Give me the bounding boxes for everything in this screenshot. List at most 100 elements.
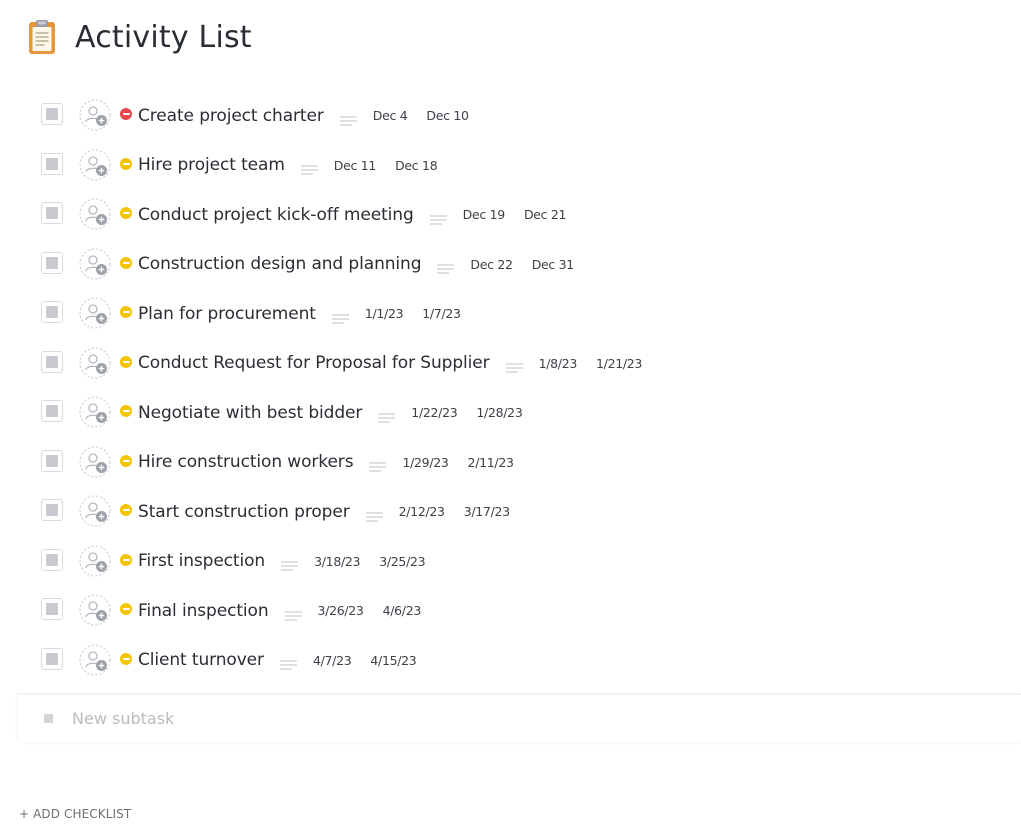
task-name[interactable]: Plan for procurement	[138, 304, 316, 324]
task-row[interactable]: Final inspection 3/26/23 4/6/23	[0, 586, 1021, 636]
description-icon[interactable]	[437, 259, 455, 274]
task-row[interactable]: First inspection 3/18/23 3/25/23	[0, 537, 1021, 587]
task-row[interactable]: Hire project team Dec 11 Dec 18	[0, 141, 1021, 191]
priority-flag-icon[interactable]	[120, 553, 132, 566]
description-icon[interactable]	[300, 160, 318, 175]
new-subtask-input[interactable]	[72, 709, 672, 728]
task-checkbox[interactable]	[41, 400, 63, 422]
due-date[interactable]: Dec 18	[395, 158, 438, 173]
start-date[interactable]: 1/29/23	[402, 455, 448, 470]
add-assignee-icon[interactable]	[79, 396, 111, 428]
task-checkbox[interactable]	[41, 202, 63, 224]
task-checkbox[interactable]	[41, 350, 63, 373]
due-date[interactable]: 3/17/23	[464, 504, 510, 519]
priority-flag-icon[interactable]	[120, 603, 132, 615]
add-assignee-icon[interactable]	[79, 446, 111, 478]
task-name[interactable]: Hire construction workers	[138, 452, 354, 472]
task-checkbox[interactable]	[41, 251, 63, 274]
priority-flag-icon[interactable]	[120, 207, 132, 219]
task-checkbox[interactable]	[41, 499, 63, 521]
task-row[interactable]: Plan for procurement 1/1/23 1/7/23	[0, 289, 1021, 339]
task-checkbox[interactable]	[41, 598, 63, 620]
due-date[interactable]: Dec 31	[532, 257, 575, 272]
task-name[interactable]: Conduct project kick-off meeting	[138, 205, 414, 225]
task-checkbox[interactable]	[41, 103, 63, 125]
start-date[interactable]: Dec 19	[463, 207, 506, 222]
due-date[interactable]: 3/25/23	[379, 554, 425, 569]
task-row[interactable]: Start construction proper 2/12/23 3/17/23	[0, 487, 1021, 537]
start-date[interactable]: 1/1/23	[365, 306, 404, 321]
due-date[interactable]: 4/6/23	[383, 603, 422, 618]
task-name[interactable]: Construction design and planning	[138, 254, 422, 274]
task-name[interactable]: Start construction proper	[138, 502, 350, 522]
description-icon[interactable]	[505, 358, 523, 373]
start-date[interactable]: Dec 4	[373, 108, 408, 123]
priority-flag-icon[interactable]	[120, 454, 132, 467]
description-icon[interactable]	[281, 556, 299, 571]
due-date[interactable]: 4/15/23	[370, 653, 416, 668]
due-date[interactable]: 2/11/23	[468, 455, 514, 470]
due-date[interactable]: Dec 10	[426, 108, 469, 123]
task-row[interactable]: Create project charter Dec 4 Dec 10	[0, 91, 1021, 141]
task-name[interactable]: First inspection	[138, 551, 265, 571]
task-checkbox[interactable]	[41, 152, 63, 175]
priority-flag-icon[interactable]	[120, 652, 132, 665]
start-date[interactable]: Dec 11	[334, 158, 377, 173]
start-date[interactable]: 1/8/23	[539, 356, 578, 371]
add-assignee-icon[interactable]	[79, 594, 111, 626]
task-row[interactable]: Client turnover 4/7/23 4/15/23	[0, 636, 1021, 686]
add-assignee-icon[interactable]	[79, 545, 111, 577]
due-date[interactable]: 1/28/23	[476, 405, 522, 420]
add-assignee-icon[interactable]	[79, 297, 111, 329]
description-icon[interactable]	[369, 457, 387, 472]
description-icon[interactable]	[378, 408, 396, 423]
add-assignee-icon[interactable]	[79, 644, 111, 676]
task-row[interactable]: Conduct Request for Proposal for Supplie…	[0, 339, 1021, 389]
start-date[interactable]: 2/12/23	[399, 504, 445, 519]
add-assignee-icon[interactable]	[79, 198, 111, 230]
task-row[interactable]: Hire construction workers 1/29/23 2/11/23	[0, 438, 1021, 488]
add-assignee-icon[interactable]	[79, 248, 111, 280]
description-icon[interactable]	[365, 507, 383, 522]
start-date[interactable]: Dec 22	[470, 257, 513, 272]
description-icon[interactable]	[279, 655, 297, 670]
priority-flag-icon[interactable]	[120, 108, 132, 120]
task-name[interactable]: Conduct Request for Proposal for Supplie…	[138, 353, 490, 373]
new-subtask-row[interactable]	[18, 694, 1021, 742]
add-checklist-button[interactable]: + ADD CHECKLIST	[19, 807, 131, 821]
task-row[interactable]: Negotiate with best bidder 1/22/23 1/28/23	[0, 388, 1021, 438]
due-date[interactable]: Dec 21	[524, 207, 567, 222]
due-date[interactable]: 1/21/23	[596, 356, 642, 371]
priority-flag-icon[interactable]	[120, 256, 132, 269]
priority-flag-icon[interactable]	[120, 157, 132, 170]
priority-flag-icon[interactable]	[120, 355, 132, 368]
task-checkbox[interactable]	[41, 548, 63, 571]
task-name[interactable]: Hire project team	[138, 155, 285, 175]
due-date[interactable]: 1/7/23	[422, 306, 461, 321]
subtask-square-icon	[44, 714, 53, 723]
task-checkbox[interactable]	[41, 449, 63, 472]
start-date[interactable]: 4/7/23	[313, 653, 352, 668]
priority-flag-icon[interactable]	[120, 504, 132, 516]
task-name[interactable]: Client turnover	[138, 650, 264, 670]
task-checkbox[interactable]	[41, 647, 63, 670]
task-name[interactable]: Create project charter	[138, 106, 324, 126]
start-date[interactable]: 1/22/23	[411, 405, 457, 420]
description-icon[interactable]	[331, 309, 349, 324]
task-row[interactable]: Construction design and planning Dec 22 De…	[0, 240, 1021, 290]
description-icon[interactable]	[284, 606, 302, 621]
task-checkbox[interactable]	[41, 301, 63, 323]
add-assignee-icon[interactable]	[79, 347, 111, 379]
task-name[interactable]: Negotiate with best bidder	[138, 403, 362, 423]
task-row[interactable]: Conduct project kick-off meeting Dec 19 De…	[0, 190, 1021, 240]
priority-flag-icon[interactable]	[120, 405, 132, 417]
description-icon[interactable]	[339, 111, 357, 126]
start-date[interactable]: 3/18/23	[314, 554, 360, 569]
description-icon[interactable]	[429, 210, 447, 225]
add-assignee-icon[interactable]	[79, 149, 111, 181]
priority-flag-icon[interactable]	[120, 306, 132, 318]
task-name[interactable]: Final inspection	[138, 601, 269, 621]
add-assignee-icon[interactable]	[79, 99, 111, 131]
add-assignee-icon[interactable]	[79, 495, 111, 527]
start-date[interactable]: 3/26/23	[318, 603, 364, 618]
